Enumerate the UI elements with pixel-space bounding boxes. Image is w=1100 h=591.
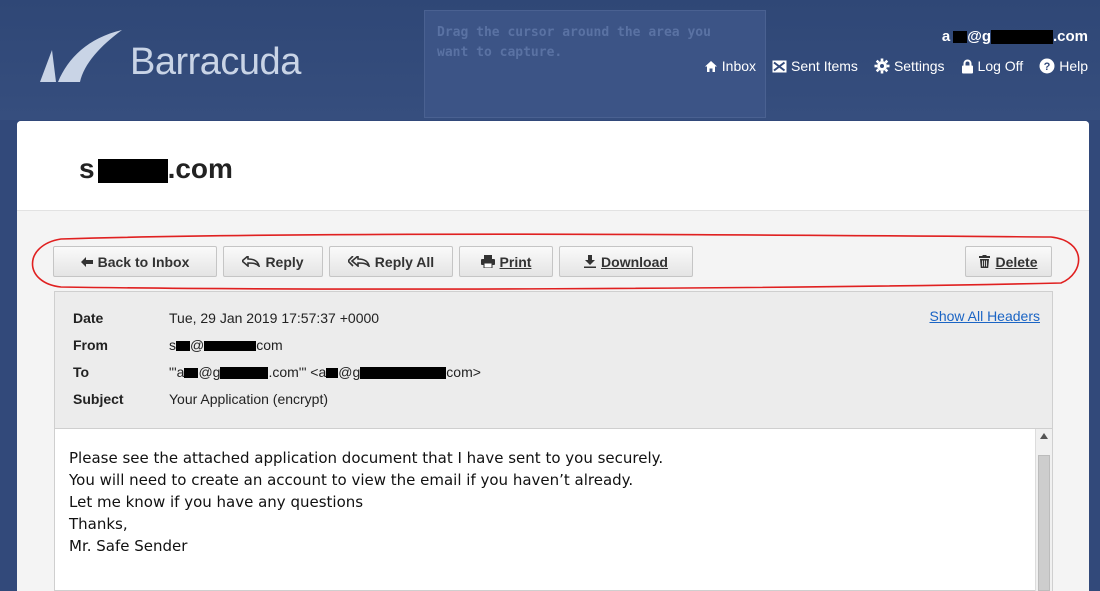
download-button[interactable]: Download [559,246,693,277]
user-email: a @g .com [942,28,1088,45]
body-line: Please see the attached application docu… [69,449,664,467]
reply-button[interactable]: Reply [223,246,323,277]
printer-icon [480,255,495,268]
reply-all-icon [347,256,370,267]
message-title-bar: s .com [17,121,1089,211]
header-row-to: To "'a @g .com'" <a @g com> [73,364,481,380]
scroll-up-arrow-icon[interactable] [1040,433,1048,439]
show-all-headers-link[interactable]: Show All Headers [929,308,1040,324]
header-key: To [73,364,90,380]
scroll-thumb[interactable] [1038,455,1050,591]
download-icon [584,255,597,268]
button-label: Delete [995,253,1038,270]
header-key: Subject [73,391,124,407]
delete-button[interactable]: Delete [965,246,1052,277]
trash-icon [979,255,991,268]
nav-label: Help [1059,58,1088,74]
nav-settings[interactable]: Settings [874,58,945,74]
button-label: Back to Inbox [97,253,190,270]
button-label: Reply [265,253,304,270]
nav-label: Sent Items [791,58,858,74]
body-line: You will need to create an account to vi… [69,471,634,489]
body-line: Mr. Safe Sender [69,537,188,555]
message-body: Please see the attached application docu… [54,429,1053,591]
vertical-scrollbar[interactable] [1035,429,1052,591]
header-key: From [73,337,108,353]
message-header: Show All Headers Date Tue, 29 Jan 2019 1… [54,291,1053,429]
header-value: Your Application (encrypt) [169,391,329,407]
button-label: Print [499,253,532,270]
nav-log-off[interactable]: Log Off [961,58,1024,74]
button-label: Reply All [374,253,435,270]
page-title: s .com [79,153,1089,185]
nav-help[interactable]: ? Help [1039,58,1088,74]
back-to-inbox-button[interactable]: Back to Inbox [53,246,217,277]
svg-text:?: ? [1044,61,1051,73]
gear-icon [874,58,890,74]
top-bar: Barracuda Drag the cursor around the are… [0,0,1100,120]
nav-label: Settings [893,58,945,74]
nav-inbox[interactable]: Inbox [704,58,756,74]
header-row-subject: Subject Your Application (encrypt) [73,391,328,407]
header-row-from: From s @ com [73,337,283,353]
barracuda-fin-icon [40,30,122,82]
print-button[interactable]: Print [459,246,553,277]
arrow-left-icon [80,256,93,267]
header-value: "'a @g .com'" <a @g com> [169,364,481,380]
home-icon [704,60,717,72]
page-title-suffix: .com [167,153,233,184]
user-email-prefix: a [941,28,951,45]
message-toolbar: Back to Inbox Reply Reply All Print Down… [53,246,1053,278]
help-icon: ? [1039,58,1055,74]
header-row-date: Date Tue, 29 Jan 2019 17:57:37 +0000 [73,310,379,326]
body-line: Thanks, [69,515,128,533]
lock-icon [961,59,973,73]
top-nav: Inbox Sent Items Settings Log Off ? Help [704,58,1088,74]
user-email-suffix: .com [1052,28,1088,45]
message-panel: s .com Back to Inbox Reply Reply All Prin… [17,121,1089,591]
header-key: Date [73,310,104,326]
page-title-prefix: s [79,153,95,184]
barracuda-logo: Barracuda [38,28,301,84]
nav-sent-items[interactable]: Sent Items [772,58,858,74]
capture-hint-line: Drag the cursor around the area you [437,25,711,40]
reply-all-button[interactable]: Reply All [329,246,453,277]
nav-label: Inbox [721,58,757,74]
button-label: Download [601,253,668,270]
user-email-mid: @g [967,28,991,45]
header-value: s @ com [169,337,283,353]
header-value: Tue, 29 Jan 2019 17:57:37 +0000 [169,310,380,326]
body-line: Let me know if you have any questions [69,493,364,511]
nav-label: Log Off [977,58,1024,74]
brand-name: Barracuda [130,41,301,83]
reply-icon [242,256,261,267]
sent-icon [772,60,787,72]
